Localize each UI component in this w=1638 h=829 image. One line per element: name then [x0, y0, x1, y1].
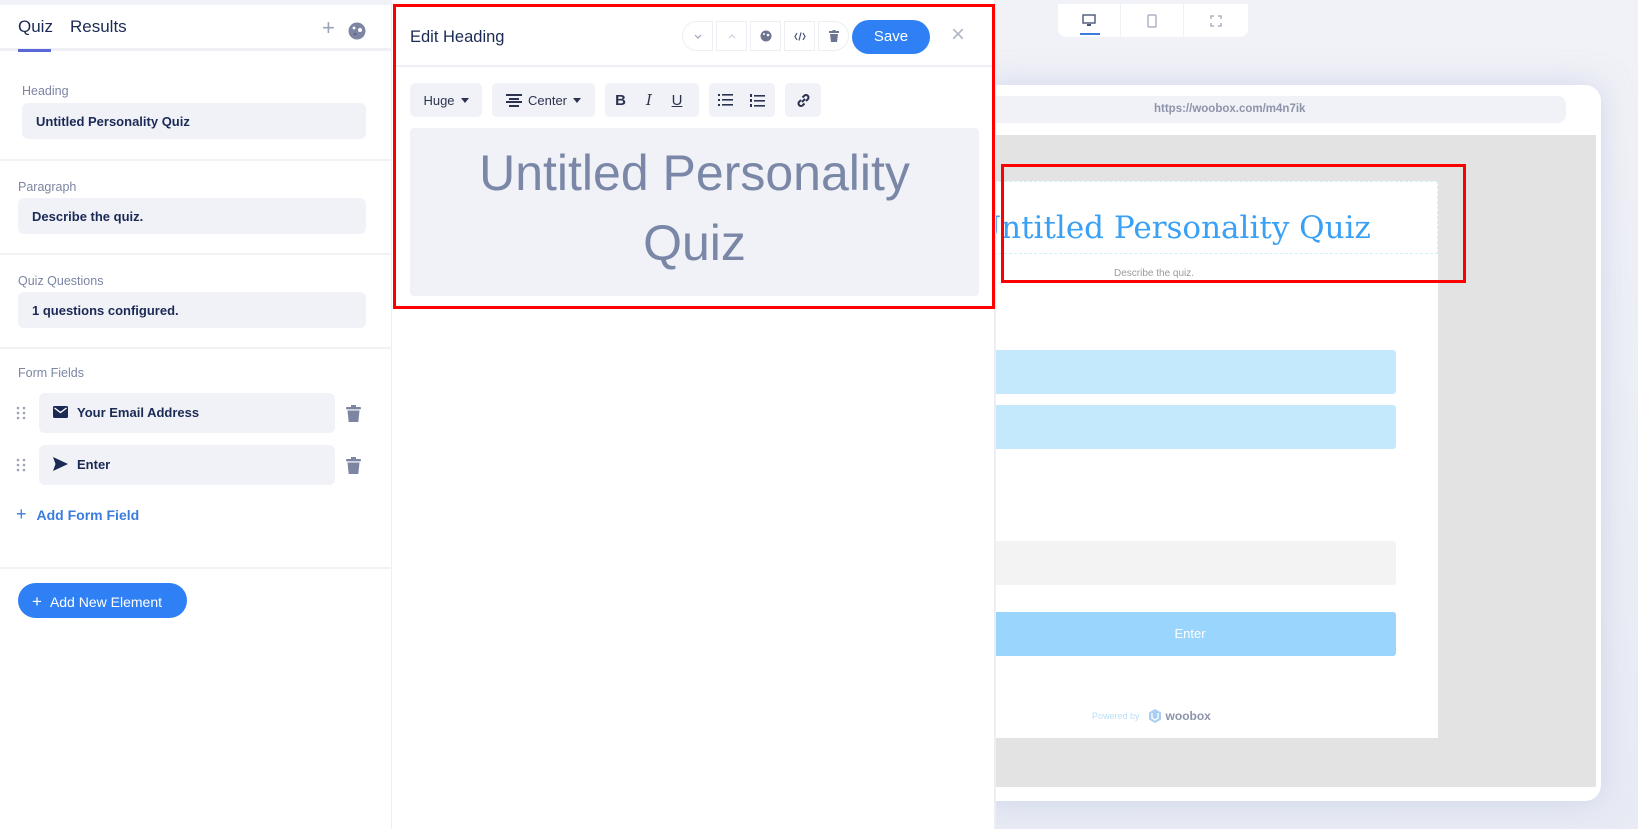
align-value: Center: [527, 92, 568, 108]
preview-email-input[interactable]: [984, 541, 1396, 585]
trash-icon: [828, 30, 839, 42]
drag-handle-icon[interactable]: [16, 458, 26, 472]
desktop-icon: [1082, 14, 1096, 26]
plus-icon: +: [16, 504, 27, 524]
bullet-list-button[interactable]: [709, 83, 742, 117]
edit-heading-panel: Edit Heading Save × Huge Center B I U Un…: [393, 4, 995, 309]
paragraph-field[interactable]: Describe the quiz.: [18, 198, 366, 234]
paragraph-label: Paragraph: [18, 180, 77, 194]
chevron-down-icon: [694, 34, 701, 39]
italic-button[interactable]: I: [636, 83, 662, 117]
heading-field[interactable]: Untitled Personality Quiz: [22, 103, 366, 139]
editor-header: Edit Heading Save ×: [396, 7, 992, 67]
delete-button[interactable]: [818, 21, 849, 51]
quiz-questions-field[interactable]: 1 questions configured.: [18, 292, 366, 328]
trash-icon[interactable]: [346, 457, 361, 474]
trash-icon[interactable]: [346, 405, 361, 422]
form-field-enter[interactable]: Enter: [39, 445, 335, 485]
mobile-view-button[interactable]: [1121, 4, 1184, 37]
add-form-field-link[interactable]: + Add Form Field: [16, 504, 139, 525]
form-field-label: Your Email Address: [77, 405, 200, 420]
bold-button[interactable]: B: [605, 83, 636, 117]
fullscreen-button[interactable]: [1184, 4, 1247, 37]
selected-element-highlight: [1001, 164, 1466, 283]
powered-by-text: Powered by: [1092, 711, 1140, 721]
font-size-value: Huge: [423, 92, 455, 108]
send-icon: [53, 457, 68, 471]
form-fields-label: Form Fields: [18, 366, 84, 380]
add-form-field-label: Add Form Field: [36, 507, 140, 523]
tab-results[interactable]: Results: [70, 17, 127, 37]
heading-label: Heading: [22, 84, 69, 98]
form-field-label: Enter: [77, 457, 111, 472]
woobox-logo-icon: [1148, 709, 1161, 723]
preview-answer-option[interactable]: [984, 350, 1396, 394]
add-new-element-label: Add New Element: [49, 594, 162, 610]
preview-enter-button[interactable]: Enter: [984, 612, 1396, 656]
caret-down-icon: [460, 97, 469, 103]
font-size-dropdown[interactable]: Huge: [410, 83, 482, 117]
close-button[interactable]: ×: [951, 21, 965, 49]
form-field-email[interactable]: Your Email Address: [39, 393, 335, 433]
link-button[interactable]: [785, 83, 821, 117]
move-down-button[interactable]: [682, 21, 713, 51]
form-fields-section: Form Fields Your Email Address Enter: [0, 349, 392, 569]
desktop-view-button[interactable]: [1058, 4, 1121, 37]
woobox-brand: woobox: [1165, 709, 1211, 723]
quiz-questions-label: Quiz Questions: [18, 274, 104, 288]
text-style-group: B I U: [605, 83, 699, 117]
heading-text-editor[interactable]: Untitled Personality Quiz: [410, 128, 979, 296]
code-icon: [793, 31, 806, 41]
sidebar: Quiz Results + Heading Untitled Personal…: [0, 0, 392, 829]
link-icon: [797, 93, 809, 107]
powered-by: Powered by woobox: [1092, 708, 1211, 724]
numbered-list-icon: [749, 93, 765, 107]
palette-icon: [760, 30, 771, 42]
expand-icon: [1209, 14, 1222, 27]
add-new-element-button[interactable]: + Add New Element: [18, 583, 187, 618]
list-group: [709, 83, 775, 117]
preview-answer-option[interactable]: [984, 405, 1396, 449]
tab-quiz[interactable]: Quiz: [18, 17, 53, 37]
chevron-up-icon: [728, 33, 735, 38]
underline-button[interactable]: U: [662, 83, 692, 117]
quiz-questions-section: Quiz Questions 1 questions configured.: [0, 255, 392, 349]
sidebar-tabs: Quiz Results +: [0, 5, 392, 52]
mobile-icon: [1147, 13, 1157, 28]
envelope-icon: [53, 406, 68, 418]
palette-icon[interactable]: [348, 22, 366, 40]
save-button[interactable]: Save: [852, 20, 930, 54]
active-indicator: [1080, 33, 1100, 35]
align-dropdown[interactable]: Center: [492, 83, 595, 117]
drag-handle-icon[interactable]: [16, 406, 26, 420]
editor-title: Edit Heading: [410, 28, 505, 46]
form-field-row: Enter: [0, 445, 392, 485]
heading-section: Heading Untitled Personality Quiz: [0, 51, 392, 161]
move-up-button[interactable]: [716, 21, 747, 51]
align-center-icon: [505, 93, 522, 107]
numbered-list-button[interactable]: [742, 83, 772, 117]
paragraph-section: Paragraph Describe the quiz.: [0, 161, 392, 255]
form-field-row: Your Email Address: [0, 393, 392, 433]
app-root: https://woobox.com/m4n7ik Untitled Perso…: [0, 0, 1638, 829]
plus-icon: +: [32, 592, 42, 611]
bullet-list-icon: [718, 94, 733, 106]
device-switcher: [1058, 4, 1248, 37]
style-button[interactable]: [750, 21, 781, 51]
url-bar: https://woobox.com/m4n7ik: [984, 96, 1566, 123]
code-button[interactable]: [784, 21, 815, 51]
plus-icon[interactable]: +: [322, 15, 335, 41]
caret-down-icon: [573, 97, 582, 103]
